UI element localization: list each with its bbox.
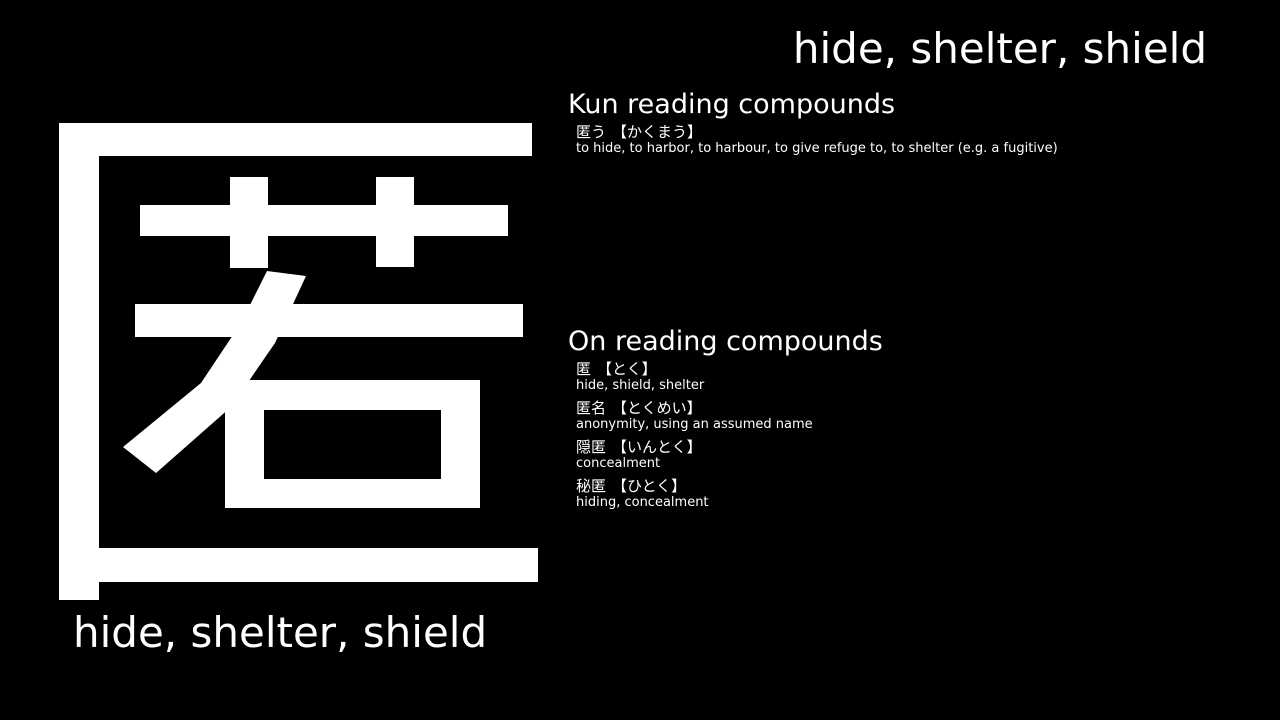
on-section-title: On reading compounds bbox=[568, 326, 883, 357]
compound-word: 隠匿 bbox=[576, 438, 607, 456]
kanji-glyph bbox=[59, 123, 539, 603]
on-compound-item: 匿【とく】 hide, shield, shelter bbox=[576, 361, 1248, 394]
on-compound-item: 隠匿 【いんとく】 concealment bbox=[576, 439, 1248, 472]
compound-word: 秘匿 bbox=[576, 477, 607, 495]
compound-gloss: concealment bbox=[576, 456, 661, 471]
top-meaning: hide, shelter, shield bbox=[792, 24, 1207, 73]
on-compound-item: 秘匿 【ひとく】 hiding, concealment bbox=[576, 478, 1248, 511]
compound-word: 匿名 bbox=[576, 399, 607, 417]
compound-reading: 【かくまう】 bbox=[612, 123, 703, 141]
compound-heading: 隠匿 【いんとく】 bbox=[576, 439, 1248, 456]
compound-heading: 秘匿 【ひとく】 bbox=[576, 478, 1248, 495]
compound-gloss: to hide, to harbor, to harbour, to give … bbox=[576, 141, 1058, 156]
compound-heading: 匿う 【かくまう】 bbox=[576, 124, 1248, 141]
on-compounds-section: On reading compounds 匿【とく】 hide, shield,… bbox=[568, 325, 1248, 517]
compound-gloss: anonymity, using an assumed name bbox=[576, 417, 813, 432]
compound-gloss: hiding, concealment bbox=[576, 495, 709, 510]
compound-heading: 匿【とく】 bbox=[576, 361, 1248, 378]
kun-compound-item: 匿う 【かくまう】 to hide, to harbor, to harbour,… bbox=[576, 124, 1248, 157]
kanji-glyph-drawing bbox=[59, 123, 538, 600]
compound-reading: 【ひとく】 bbox=[612, 477, 687, 495]
compound-reading: 【とく】 bbox=[597, 360, 657, 378]
compound-word: 匿う bbox=[576, 123, 607, 141]
on-compound-item: 匿名 【とくめい】 anonymity, using an assumed nam… bbox=[576, 400, 1248, 433]
kun-section-title: Kun reading compounds bbox=[568, 89, 896, 120]
compound-reading: 【とくめい】 bbox=[612, 399, 702, 417]
compound-reading: 【いんとく】 bbox=[612, 438, 702, 456]
bottom-meaning: hide, shelter, shield bbox=[73, 608, 488, 657]
compound-heading: 匿名 【とくめい】 bbox=[576, 400, 1248, 417]
compound-gloss: hide, shield, shelter bbox=[576, 378, 705, 393]
kun-compounds-section: Kun reading compounds 匿う 【かくまう】 to hide, … bbox=[568, 88, 1248, 163]
compound-word: 匿 bbox=[576, 360, 592, 378]
